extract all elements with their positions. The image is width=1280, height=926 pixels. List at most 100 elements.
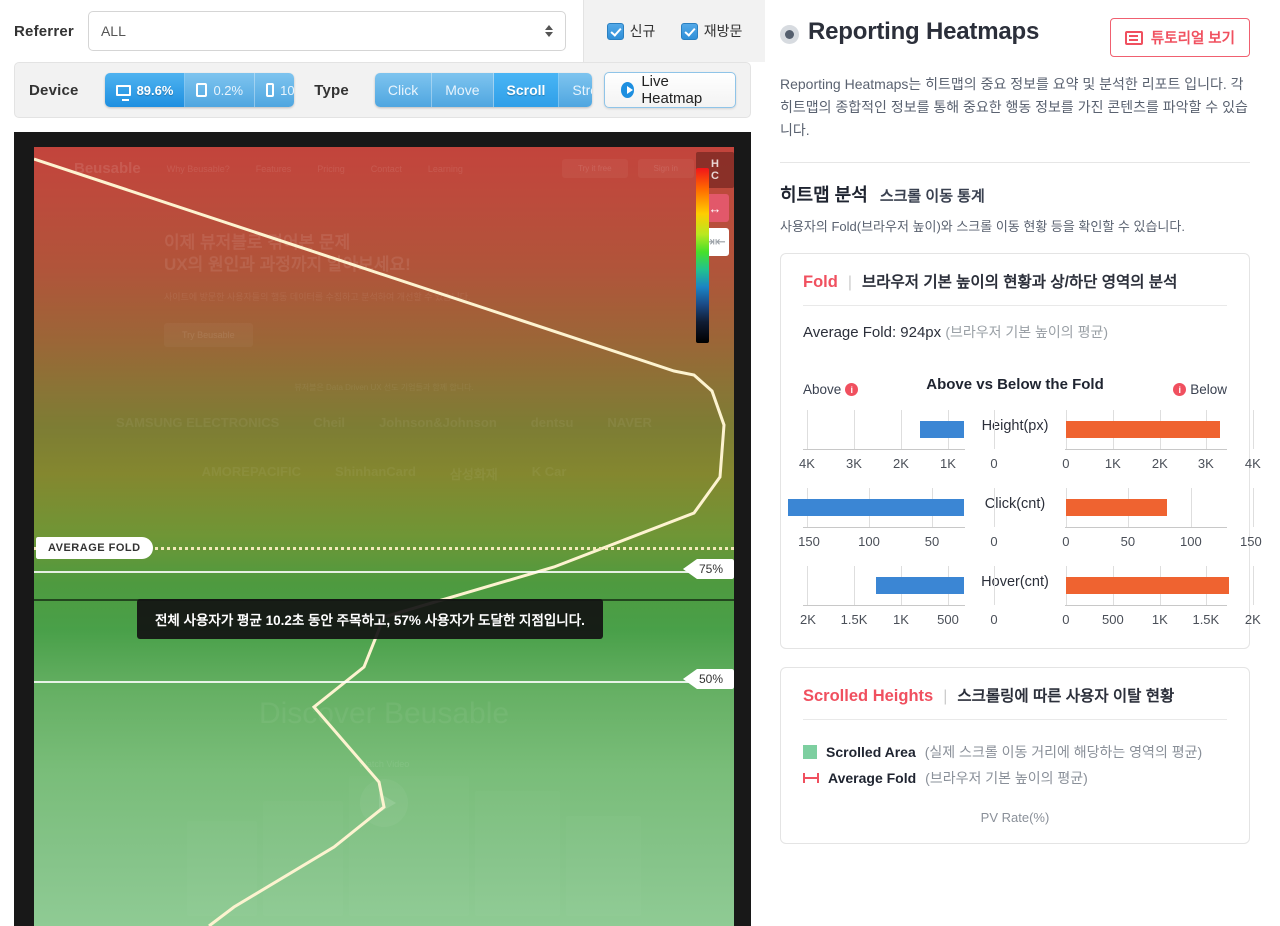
heatmap-canvas[interactable]: Beusable Why Beusable? Features Pricing …: [34, 147, 734, 926]
title-separator: |: [847, 274, 852, 291]
tutorial-button-label: 튜토리얼 보기: [1150, 31, 1235, 47]
referrer-select[interactable]: ALL: [87, 11, 566, 51]
tick-label: 3K: [846, 456, 862, 471]
axis-height-below: 0 1K 2K 3K 4K: [1062, 456, 1261, 474]
checkbox-new-visitor-label: 신규: [629, 23, 656, 39]
average-fold-text: Average Fold: 924px: [803, 324, 942, 341]
legend-note: (브라우저 기본 높이의 평균): [925, 770, 1088, 786]
legend-note: (실제 스크롤 이동 거리에 해당하는 영역의 평균): [924, 744, 1203, 760]
tick-label: 0: [990, 456, 998, 471]
chart-hover-below: 0 500 1K 1.5K 2K: [1062, 566, 1261, 630]
tick-label: 100: [1179, 534, 1202, 549]
tutorial-button[interactable]: 튜토리얼 보기: [1109, 18, 1250, 57]
axis-click-below: 0 50 100 150: [1062, 534, 1261, 552]
chart-click-below: 0 50 100 150: [1062, 488, 1262, 552]
check-icon: [606, 22, 624, 40]
type-click-button[interactable]: Click: [374, 73, 433, 107]
referrer-value: ALL: [100, 23, 126, 39]
checkbox-returning-visitor[interactable]: 재방문: [680, 21, 743, 41]
tick-label: 0: [1062, 534, 1070, 549]
heatmap-panel: Referrer ALL 신규 재방문 Device 89.6% 0.2% 10…: [0, 0, 765, 926]
divider: [780, 162, 1250, 163]
tick-label: 4K: [799, 456, 815, 471]
mobile-icon: [266, 83, 275, 97]
tick-label: 0: [990, 612, 998, 627]
title-separator: |: [943, 688, 948, 705]
divider: [803, 719, 1227, 720]
tick-label: 100: [858, 534, 880, 549]
axis-hover-below: 0 500 1K 1.5K 2K: [1062, 612, 1261, 630]
percent-line-75: [34, 571, 734, 573]
section-title: 히트맵 분석 스크롤 이동 통계: [780, 181, 1250, 207]
type-move-button[interactable]: Move: [432, 73, 494, 107]
tick-label: 0: [990, 534, 998, 549]
checkbox-returning-visitor-label: 재방문: [703, 23, 743, 39]
tick-label: 1K: [1104, 456, 1121, 471]
report-description: Reporting Heatmaps는 히트맵의 중요 정보를 요약 및 분석한…: [780, 76, 1248, 138]
bar-click-above: [788, 499, 965, 516]
device-tablet-button[interactable]: 0.2%: [185, 73, 256, 107]
tick-label: 1.5K: [840, 612, 868, 627]
tick-label: 0: [1062, 612, 1070, 627]
checkbox-new-visitor[interactable]: 신규: [606, 21, 656, 41]
above-below-header: Above i i Below Above vs Below the Fold: [803, 362, 1227, 397]
scrolled-card-header: Scrolled Heights | 스크롤링에 따른 사용자 이탈 현황: [803, 684, 1227, 706]
tick-label: 2K: [1151, 456, 1168, 471]
live-heatmap-label: Live Heatmap: [641, 73, 703, 107]
section-title-sub: 스크롤 이동 통계: [879, 188, 985, 205]
axis-height-above: 4K 3K 2K 1K 0: [799, 456, 998, 474]
chart-click-label: Click(cnt): [984, 496, 1046, 512]
bar-height-below: [1065, 421, 1220, 438]
scrolled-heights-card: Scrolled Heights | 스크롤링에 따른 사용자 이탈 현황 Sc…: [780, 667, 1250, 844]
chart-height: 4K 3K 2K 1K 0 Height(px) 0 1K 2K 3K 4K: [799, 410, 1261, 474]
chart-hover: 2K 1.5K 1K 500 0 Hover(cnt) 0 500 1K 1.5…: [800, 566, 1261, 630]
average-fold-note: (브라우저 기본 높이의 평균): [945, 324, 1109, 340]
tick-label: 3K: [1197, 456, 1214, 471]
legend-item-average-fold: Average Fold (브라우저 기본 높이의 평균): [803, 768, 1227, 788]
type-label: Type: [314, 81, 349, 99]
type-stream-button[interactable]: Stream: [559, 73, 592, 107]
device-mobile-value: 10.1%: [280, 82, 295, 98]
chart-height-below: 0 1K 2K 3K 4K: [1062, 410, 1261, 474]
tick-label: 4K: [1244, 456, 1261, 471]
device-mobile-button[interactable]: 10.1%: [255, 73, 295, 107]
average-fold-value: Average Fold: 924px (브라우저 기본 높이의 평균): [803, 322, 1227, 342]
device-label: Device: [29, 81, 79, 99]
chart-height-above: 4K 3K 2K 1K 0: [799, 410, 998, 474]
type-segment-group: Click Move Scroll Stream: [374, 73, 592, 107]
scroll-tooltip: 전체 사용자가 평균 10.2초 동안 주목하고, 57% 사용자가 도달한 지…: [137, 599, 603, 639]
visitor-filter-group: 신규 재방문: [583, 0, 765, 62]
chart-click: 150 100 50 0 Click(cnt) 0 50 100 150: [788, 488, 1262, 552]
desktop-icon: [115, 84, 131, 101]
bar-click-below: [1065, 499, 1167, 516]
tick-label: 50: [924, 534, 940, 549]
chart-hover-label: Hover(cnt): [981, 574, 1049, 590]
bar-hover-below: [1065, 577, 1229, 594]
tick-label: 2K: [800, 612, 816, 627]
live-heatmap-button[interactable]: Live Heatmap: [603, 72, 736, 108]
check-icon: [680, 22, 698, 40]
type-scroll-button[interactable]: Scroll: [493, 73, 560, 107]
tutorial-icon: [1124, 30, 1143, 45]
scrolled-card-title-en: Scrolled Heights: [803, 687, 934, 705]
chart-title: Above vs Below the Fold: [926, 376, 1104, 393]
heatmap-viewport[interactable]: Beusable Why Beusable? Features Pricing …: [14, 132, 751, 926]
green-square-icon: [803, 745, 817, 759]
fold-card-title-en: Fold: [803, 273, 838, 291]
device-desktop-button[interactable]: 89.6%: [104, 73, 186, 107]
tick-label: 2K: [1244, 612, 1261, 627]
referrer-label: Referrer: [14, 22, 74, 40]
average-fold-badge: AVERAGE FOLD: [36, 537, 153, 559]
referrer-toolbar: Referrer ALL 신규 재방문: [0, 0, 765, 62]
tick-label: 1K: [893, 612, 909, 627]
fold-card-title-ko: 브라우저 기본 높이의 현황과 상/하단 영역의 분석: [861, 274, 1178, 291]
axis-click-above: 150 100 50 0: [798, 534, 997, 552]
device-tablet-value: 0.2%: [213, 82, 244, 98]
app-root: Referrer ALL 신규 재방문 Device 89.6% 0.2% 10…: [0, 0, 1280, 926]
legend-item-scrolled-area: Scrolled Area (실제 스크롤 이동 거리에 해당하는 영역의 평균…: [803, 742, 1227, 762]
page-title: Reporting Heatmaps: [808, 18, 1040, 45]
report-panel: Reporting Heatmaps 튜토리얼 보기 Reporting Hea…: [765, 0, 1280, 926]
chart-hover-above: 2K 1.5K 1K 500 0: [800, 566, 998, 630]
heatmap-color-legend: H C ↔ ⇥⇤: [696, 152, 734, 343]
legend-name: Scrolled Area: [826, 744, 916, 760]
